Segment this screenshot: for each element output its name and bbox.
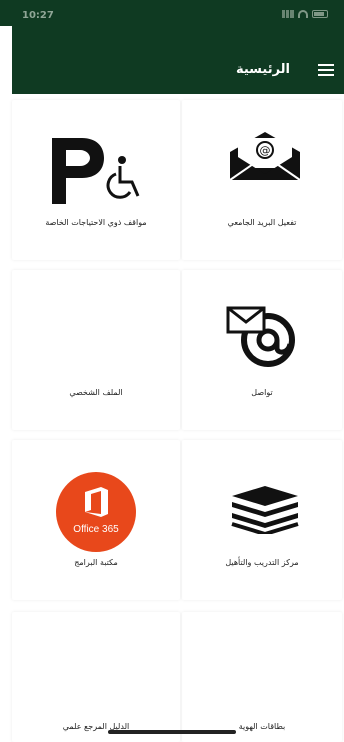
- tile-label: تفعيل البريد الجامعي: [227, 218, 297, 227]
- page-title: الرئيسية: [235, 62, 290, 77]
- accessible-parking-icon: [52, 138, 140, 204]
- office-365-text: Office 365: [73, 524, 119, 535]
- tile-profile[interactable]: الملف الشخصي: [12, 270, 180, 430]
- tile-label: تواصل: [251, 388, 273, 397]
- tile-email-activation[interactable]: @ تفعيل البريد الجامعي: [182, 100, 342, 260]
- status-time: 10:27: [22, 10, 54, 21]
- mail-at-contact-icon: [226, 306, 295, 367]
- tile-reference-guide[interactable]: الدليل المرجع علمي: [12, 612, 180, 742]
- hamburger-menu-icon[interactable]: [318, 64, 334, 76]
- email-envelope-icon: @: [229, 132, 301, 181]
- signal-icon: [282, 10, 294, 18]
- tile-software-library[interactable]: Office 365 مكتبة البرامج: [12, 440, 180, 600]
- tile-label: مكتبة البرامج: [74, 558, 118, 567]
- tile-id-cards[interactable]: بطاقات الهوية: [182, 612, 342, 742]
- tile-label: الملف الشخصي: [69, 388, 123, 397]
- tile-training-center[interactable]: مركز التدريب والتأهيل: [182, 440, 342, 600]
- svg-text:@: @: [260, 144, 271, 157]
- app-bar: الرئيسية: [12, 26, 344, 94]
- office-365-icon: Office 365: [56, 472, 136, 552]
- tile-label: مواقف ذوي الاحتياجات الخاصة: [45, 218, 147, 227]
- home-indicator[interactable]: [108, 730, 236, 734]
- tile-label: مركز التدريب والتأهيل: [225, 558, 299, 567]
- status-icons: [282, 10, 328, 18]
- wifi-icon: [298, 10, 308, 18]
- tile-contact[interactable]: تواصل: [182, 270, 342, 430]
- battery-icon: [312, 10, 328, 18]
- stacked-books-icon: [231, 486, 299, 534]
- tile-accessible-parking[interactable]: مواقف ذوي الاحتياجات الخاصة: [12, 100, 180, 260]
- status-bar: 10:27: [0, 0, 344, 26]
